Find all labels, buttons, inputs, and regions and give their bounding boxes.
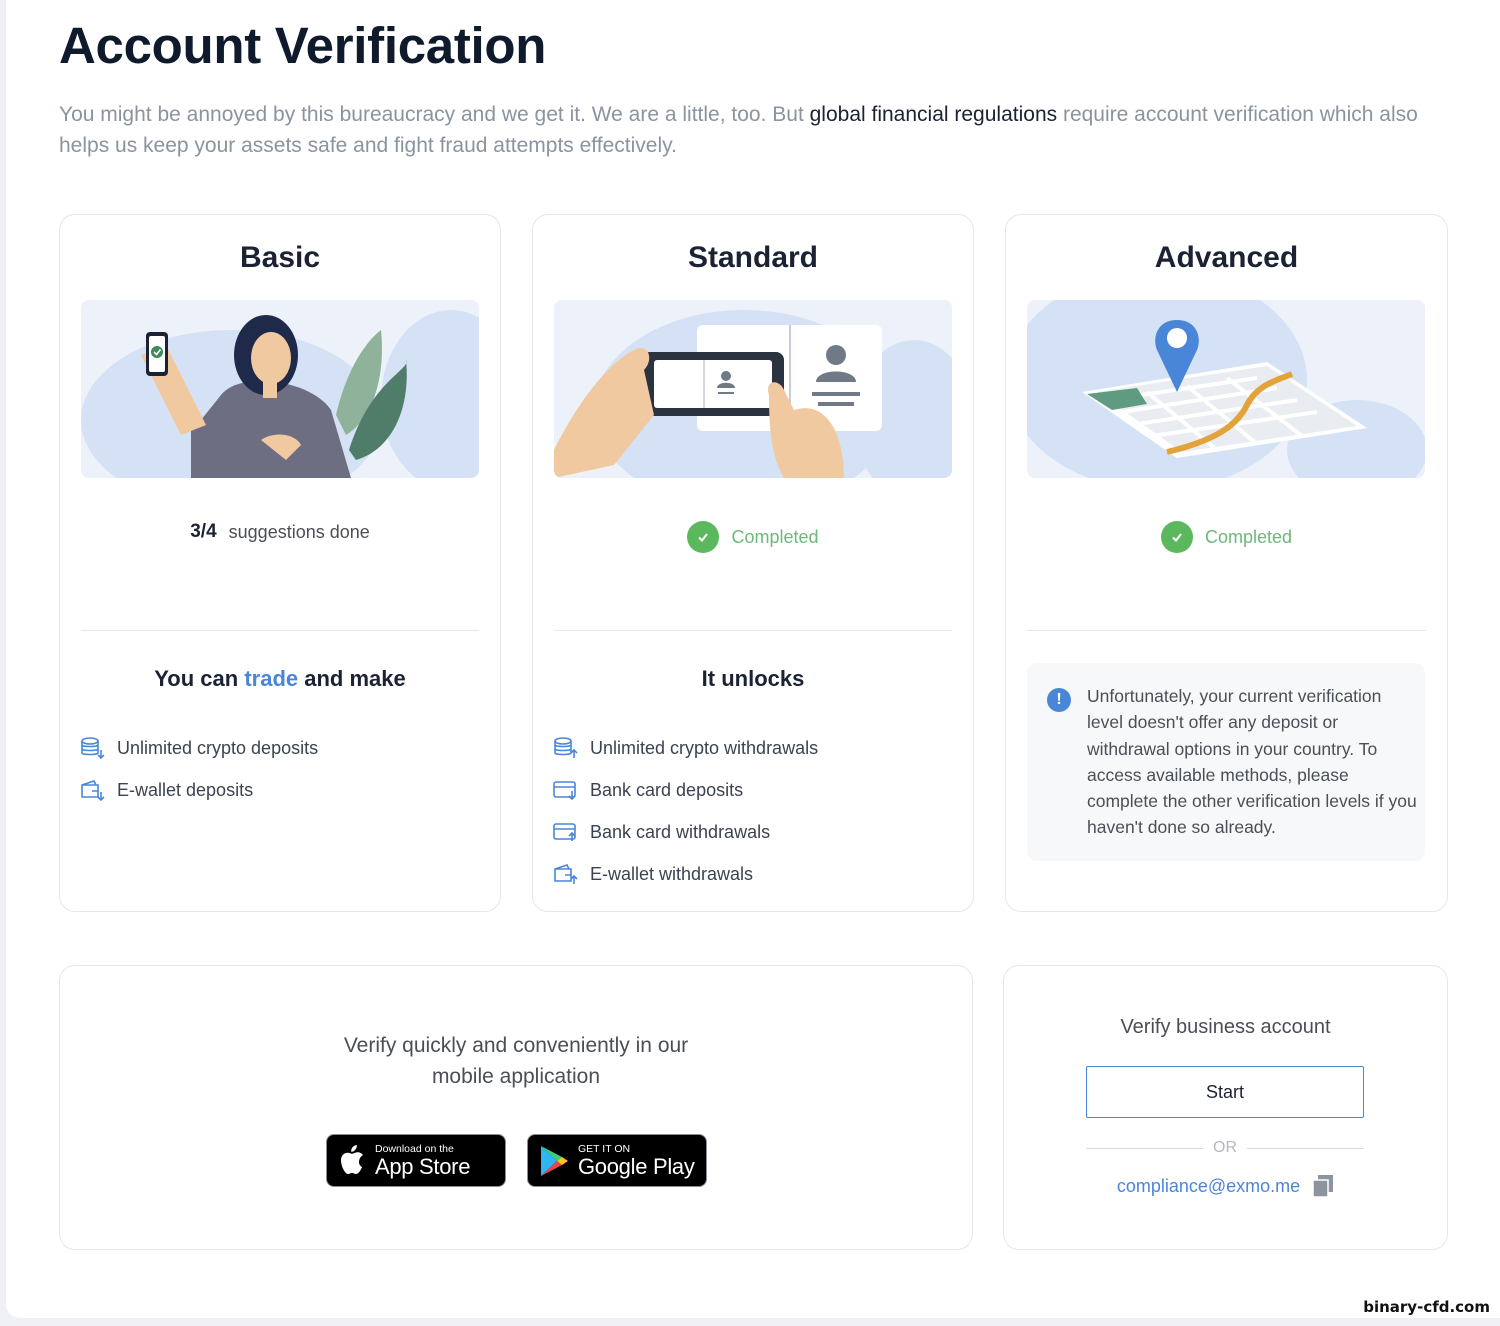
perk-label: E-wallet deposits xyxy=(117,779,254,800)
perk-item: Bank card deposits xyxy=(553,769,818,811)
divider xyxy=(81,630,479,631)
bank-card-deposit-icon xyxy=(553,780,576,800)
progress-count: 3/4 xyxy=(190,521,217,542)
mobile-app-card: Verify quickly and conveniently in our m… xyxy=(59,965,973,1250)
standard-perks-list: Unlimited crypto withdrawals Bank card d… xyxy=(553,727,818,895)
page-title: Account Verification xyxy=(59,17,547,74)
perk-label: Unlimited crypto deposits xyxy=(117,737,319,758)
perk-item: Bank card withdrawals xyxy=(553,811,818,853)
perk-item: E-wallet withdrawals xyxy=(553,853,818,895)
google-play-icon xyxy=(541,1145,568,1176)
google-play-small-text: GET IT ON xyxy=(578,1142,631,1155)
compliance-email-row: compliance@exmo.me xyxy=(1004,1174,1447,1198)
google-play-big-text: Google Play xyxy=(578,1153,695,1179)
mobile-app-lead: Verify quickly and conveniently in our m… xyxy=(60,1030,972,1092)
standard-tier-card: Standard Completed It unlocks Unlimited … xyxy=(532,214,974,912)
perks-heading-start: You can xyxy=(154,666,245,691)
page-intro: You might be annoyed by this bureaucracy… xyxy=(59,99,1439,161)
intro-text-start: You might be annoyed by this bureaucracy… xyxy=(59,103,810,126)
apple-icon xyxy=(341,1144,363,1174)
perk-item: Unlimited crypto withdrawals xyxy=(553,727,818,769)
or-label: OR xyxy=(1213,1139,1237,1156)
info-icon: ! xyxy=(1047,688,1071,712)
standard-illustration xyxy=(554,300,952,478)
status-label: Completed xyxy=(1204,526,1293,547)
basic-illustration xyxy=(81,300,479,478)
perk-label: Bank card withdrawals xyxy=(590,821,771,842)
advanced-tier-card: Advanced Completed ! Unfortunately, your… xyxy=(1005,214,1448,912)
copy-icon[interactable] xyxy=(1312,1174,1334,1198)
divider xyxy=(554,630,952,631)
status-label: Completed xyxy=(731,526,819,547)
advanced-illustration xyxy=(1027,300,1425,478)
check-icon xyxy=(687,521,720,553)
separator-line xyxy=(1247,1147,1364,1149)
crypto-withdrawal-icon xyxy=(554,736,578,758)
or-separator: OR xyxy=(1086,1138,1364,1158)
standard-status: Completed xyxy=(533,521,973,553)
business-verification-card: Verify business account Start OR complia… xyxy=(1003,965,1448,1250)
ewallet-deposit-icon xyxy=(81,779,105,801)
start-business-verification-button[interactable]: Start xyxy=(1086,1066,1364,1118)
separator-line xyxy=(1086,1147,1203,1149)
perk-item: Unlimited crypto deposits xyxy=(80,727,318,769)
tier-title-standard: Standard xyxy=(687,241,819,274)
perk-label: Bank card deposits xyxy=(590,779,744,800)
mobile-lead-line1: Verify quickly and conveniently in our xyxy=(343,1034,689,1057)
bank-card-withdrawal-icon xyxy=(553,822,576,841)
business-heading: Verify business account xyxy=(1120,1016,1331,1038)
divider xyxy=(1027,630,1426,631)
watermark: binary-cfd.com xyxy=(1363,1298,1490,1316)
country-notice: ! Unfortunately, your current verificati… xyxy=(1027,663,1425,861)
check-icon xyxy=(1160,521,1193,553)
compliance-email-link[interactable]: compliance@exmo.me xyxy=(1117,1176,1300,1197)
standard-perks-heading: It unlocks xyxy=(701,666,805,691)
app-store-small-text: Download on the xyxy=(375,1142,454,1155)
regulations-link[interactable]: global financial regulations xyxy=(810,103,1058,126)
basic-perks-list: Unlimited crypto deposits E-wallet depos… xyxy=(80,727,318,811)
tier-title-advanced: Advanced xyxy=(1154,241,1299,274)
ewallet-withdrawal-icon xyxy=(554,863,578,884)
perk-label: E-wallet withdrawals xyxy=(590,863,754,884)
crypto-deposit-icon xyxy=(81,736,105,759)
app-store-big-text: App Store xyxy=(375,1153,471,1179)
tier-title-basic: Basic xyxy=(239,241,321,274)
perk-item: E-wallet deposits xyxy=(80,769,318,811)
basic-progress: 3/4 suggestions done xyxy=(60,521,500,543)
perk-label: Unlimited crypto withdrawals xyxy=(590,737,819,758)
perks-heading-end: and make xyxy=(298,666,406,691)
mobile-lead-line2: mobile application xyxy=(431,1065,601,1088)
verification-page: Account Verification You might be annoye… xyxy=(6,0,1500,1318)
progress-label: suggestions done xyxy=(228,521,370,542)
basic-perks-heading: You can trade and make xyxy=(60,666,500,692)
google-play-button[interactable]: GET IT ON Google Play xyxy=(527,1134,707,1187)
basic-tier-card: Basic 3/4 suggestions done You can trade… xyxy=(59,214,501,912)
trade-link[interactable]: trade xyxy=(244,666,298,691)
advanced-status: Completed xyxy=(1006,521,1447,553)
app-store-button[interactable]: Download on the App Store xyxy=(326,1134,506,1187)
notice-text: Unfortunately, your current verification… xyxy=(1087,686,1417,838)
